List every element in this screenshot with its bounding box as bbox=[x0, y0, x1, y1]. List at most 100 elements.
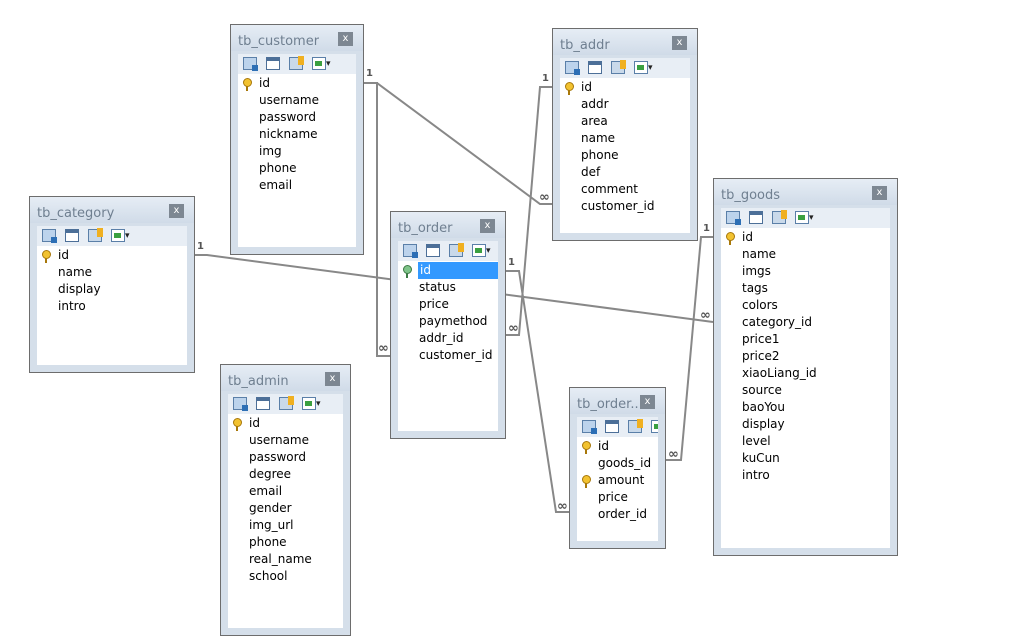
field-row[interactable]: real_name bbox=[228, 551, 343, 568]
edit-table-icon[interactable] bbox=[726, 211, 741, 225]
field-row[interactable]: amount bbox=[577, 472, 658, 489]
field-row[interactable]: level bbox=[721, 433, 890, 450]
field-row[interactable]: id bbox=[37, 247, 187, 264]
export-icon[interactable] bbox=[795, 211, 809, 224]
field-row[interactable]: customer_id bbox=[398, 347, 498, 364]
field-row[interactable]: nickname bbox=[238, 126, 356, 143]
edit-table-icon[interactable] bbox=[243, 57, 258, 71]
field-row[interactable]: colors bbox=[721, 297, 890, 314]
field-row[interactable]: customer_id bbox=[560, 198, 690, 215]
field-row[interactable]: phone bbox=[228, 534, 343, 551]
field-row[interactable]: name bbox=[560, 130, 690, 147]
field-row[interactable]: img bbox=[238, 143, 356, 160]
field-row[interactable]: phone bbox=[238, 160, 356, 177]
field-row[interactable]: price bbox=[398, 296, 498, 313]
table-tb-admin[interactable]: tb_admin x ▾ id username password degree email g… bbox=[220, 364, 351, 636]
chevron-down-icon[interactable]: ▾ bbox=[316, 397, 321, 411]
design-table-icon[interactable] bbox=[605, 420, 619, 433]
field-row[interactable]: addr bbox=[560, 96, 690, 113]
index-icon[interactable] bbox=[279, 396, 294, 410]
edit-table-icon[interactable] bbox=[565, 61, 580, 75]
table-tb-category[interactable]: tb_category x ▾ id name display intro bbox=[29, 196, 195, 373]
field-row[interactable]: display bbox=[721, 416, 890, 433]
field-row[interactable]: name bbox=[37, 264, 187, 281]
export-icon[interactable] bbox=[651, 420, 658, 433]
field-row[interactable]: password bbox=[238, 109, 356, 126]
design-table-icon[interactable] bbox=[256, 397, 270, 410]
field-row[interactable]: id bbox=[228, 415, 343, 432]
field-row[interactable]: def bbox=[560, 164, 690, 181]
close-button[interactable]: x bbox=[480, 219, 495, 233]
field-row[interactable]: name bbox=[721, 246, 890, 263]
design-table-icon[interactable] bbox=[65, 229, 79, 242]
field-row[interactable]: school bbox=[228, 568, 343, 585]
field-row[interactable]: addr_id bbox=[398, 330, 498, 347]
chevron-down-icon[interactable]: ▾ bbox=[486, 244, 491, 258]
field-row[interactable]: email bbox=[228, 483, 343, 500]
export-icon[interactable] bbox=[302, 397, 316, 410]
field-row[interactable]: username bbox=[238, 92, 356, 109]
export-icon[interactable] bbox=[111, 229, 125, 242]
field-row[interactable]: imgs bbox=[721, 263, 890, 280]
field-row[interactable]: id bbox=[238, 75, 356, 92]
field-row[interactable]: price bbox=[577, 489, 658, 506]
index-icon[interactable] bbox=[772, 210, 787, 224]
field-row[interactable]: price1 bbox=[721, 331, 890, 348]
index-icon[interactable] bbox=[88, 228, 103, 242]
field-row[interactable]: area bbox=[560, 113, 690, 130]
field-row[interactable]: gender bbox=[228, 500, 343, 517]
index-icon[interactable] bbox=[449, 243, 464, 257]
table-tb-goods[interactable]: tb_goods x ▾ id name imgs tags colors category_i… bbox=[713, 178, 898, 556]
field-row[interactable]: degree bbox=[228, 466, 343, 483]
close-button[interactable]: x bbox=[338, 32, 353, 46]
edit-table-icon[interactable] bbox=[233, 397, 248, 411]
field-row[interactable]: order_id bbox=[577, 506, 658, 523]
close-button[interactable]: x bbox=[169, 204, 184, 218]
close-button[interactable]: x bbox=[672, 36, 687, 50]
table-tb-order[interactable]: tb_order x ▾ id status price paymethod addr_id c… bbox=[390, 211, 506, 439]
field-row[interactable]: id bbox=[577, 438, 658, 455]
field-row[interactable]: goods_id bbox=[577, 455, 658, 472]
field-row[interactable]: comment bbox=[560, 181, 690, 198]
chevron-down-icon[interactable]: ▾ bbox=[648, 61, 653, 75]
field-row[interactable]: display bbox=[37, 281, 187, 298]
field-row[interactable]: xiaoLiang_id bbox=[721, 365, 890, 382]
field-row[interactable]: email bbox=[238, 177, 356, 194]
field-row[interactable]: intro bbox=[37, 298, 187, 315]
close-button[interactable]: x bbox=[872, 186, 887, 200]
edit-table-icon[interactable] bbox=[403, 244, 418, 258]
field-row[interactable]: baoYou bbox=[721, 399, 890, 416]
field-row[interactable]: id bbox=[560, 79, 690, 96]
field-row[interactable]: phone bbox=[560, 147, 690, 164]
field-row[interactable]: kuCun bbox=[721, 450, 890, 467]
field-row[interactable]: price2 bbox=[721, 348, 890, 365]
field-row[interactable]: category_id bbox=[721, 314, 890, 331]
field-row[interactable]: paymethod bbox=[398, 313, 498, 330]
table-tb-order-item[interactable]: tb_order... x id goods_id amount price order_i… bbox=[569, 387, 666, 549]
chevron-down-icon[interactable]: ▾ bbox=[809, 211, 814, 225]
field-row[interactable]: source bbox=[721, 382, 890, 399]
close-button[interactable]: x bbox=[325, 372, 340, 386]
close-button[interactable]: x bbox=[640, 395, 655, 409]
index-icon[interactable] bbox=[611, 60, 626, 74]
design-table-icon[interactable] bbox=[266, 57, 280, 70]
export-icon[interactable] bbox=[312, 57, 326, 70]
edit-table-icon[interactable] bbox=[582, 420, 597, 434]
field-row[interactable]: status bbox=[398, 279, 498, 296]
export-icon[interactable] bbox=[472, 244, 486, 257]
field-row[interactable]: id bbox=[721, 229, 890, 246]
field-row[interactable]: tags bbox=[721, 280, 890, 297]
index-icon[interactable] bbox=[289, 56, 304, 70]
export-icon[interactable] bbox=[634, 61, 648, 74]
chevron-down-icon[interactable]: ▾ bbox=[125, 229, 130, 243]
edit-table-icon[interactable] bbox=[42, 229, 57, 243]
field-row[interactable]: id bbox=[398, 262, 498, 279]
field-row[interactable]: password bbox=[228, 449, 343, 466]
table-tb-addr[interactable]: tb_addr x ▾ id addr area name phone def comment cu… bbox=[552, 28, 698, 241]
field-row[interactable]: img_url bbox=[228, 517, 343, 534]
table-tb-customer[interactable]: tb_customer x ▾ id username password nickname i… bbox=[230, 24, 364, 255]
chevron-down-icon[interactable]: ▾ bbox=[326, 57, 331, 71]
design-table-icon[interactable] bbox=[588, 61, 602, 74]
index-icon[interactable] bbox=[628, 419, 643, 433]
field-row[interactable]: username bbox=[228, 432, 343, 449]
